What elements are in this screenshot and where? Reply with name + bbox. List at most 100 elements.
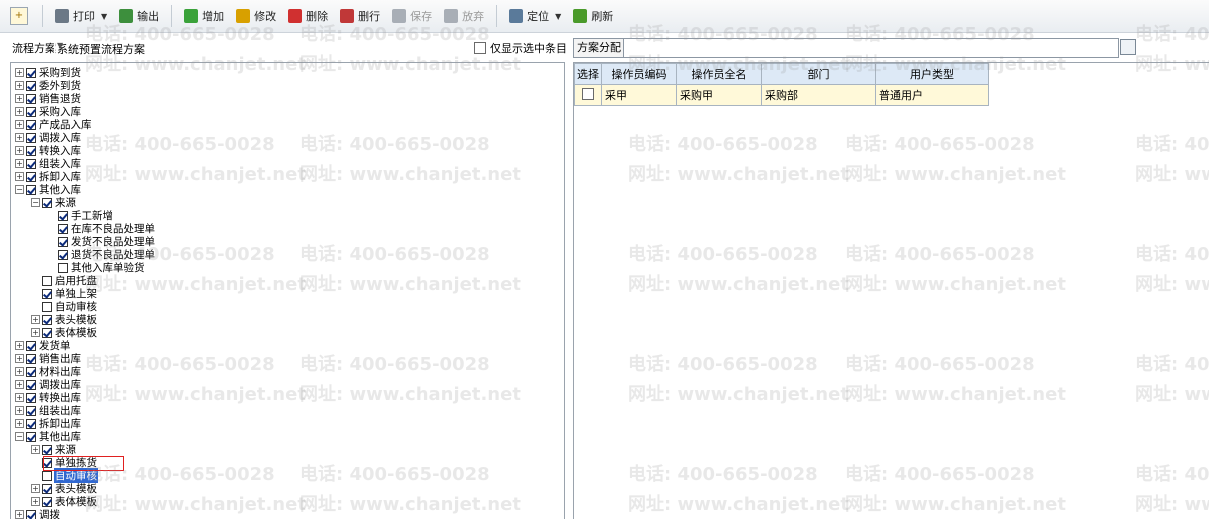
toolbar-button-label: 修改 xyxy=(254,8,276,24)
col-header-select[interactable]: 选择 xyxy=(575,64,602,85)
scheme-label: 流程方案 xyxy=(12,40,56,56)
expand-icon[interactable]: + xyxy=(15,172,24,181)
collapse-icon[interactable]: − xyxy=(15,432,24,441)
expand-icon[interactable]: + xyxy=(15,120,24,129)
tree-checkbox[interactable] xyxy=(42,328,52,338)
toolbar-button-6[interactable]: 保存 xyxy=(386,4,438,28)
tree-checkbox[interactable] xyxy=(42,198,52,208)
tree-checkbox[interactable] xyxy=(26,380,36,390)
assign-scheme-input[interactable] xyxy=(623,38,1119,58)
expand-icon[interactable]: + xyxy=(15,406,24,415)
grid-picker-icon[interactable] xyxy=(1120,39,1136,55)
expand-icon[interactable]: + xyxy=(15,159,24,168)
tree-checkbox[interactable] xyxy=(26,81,36,91)
toolbar-button-label: 打印 xyxy=(73,8,95,24)
chevron-down-icon[interactable]: ▼ xyxy=(101,12,107,21)
expand-icon[interactable]: + xyxy=(15,354,24,363)
tree-checkbox[interactable] xyxy=(42,276,52,286)
expand-icon[interactable]: + xyxy=(15,107,24,116)
tree-checkbox[interactable] xyxy=(26,159,36,169)
operator-code-cell[interactable]: 采甲 xyxy=(602,85,677,106)
tree-checkbox[interactable] xyxy=(26,120,36,130)
locate-icon xyxy=(509,9,523,23)
tree-checkbox[interactable] xyxy=(26,133,36,143)
tree-checkbox[interactable] xyxy=(26,94,36,104)
expand-icon[interactable]: + xyxy=(15,146,24,155)
col-header-code[interactable]: 操作员编码 xyxy=(602,64,677,85)
delete-row-icon xyxy=(340,9,354,23)
only-selected-label: 仅显示选中条目 xyxy=(490,40,567,56)
tree-checkbox[interactable] xyxy=(58,224,68,234)
expand-icon[interactable]: + xyxy=(31,484,40,493)
scheme-select[interactable]: 系统预置流程方案 ▼ xyxy=(54,37,468,57)
tree-node[interactable]: +调拨 xyxy=(15,508,61,519)
tree-checkbox[interactable] xyxy=(26,172,36,182)
tree-checkbox[interactable] xyxy=(42,289,52,299)
toolbar-button-5[interactable]: 删行 xyxy=(334,4,386,28)
tree-checkbox[interactable] xyxy=(26,107,36,117)
tree-checkbox[interactable] xyxy=(58,250,68,260)
tree-checkbox[interactable] xyxy=(26,354,36,364)
expand-icon[interactable]: + xyxy=(15,367,24,376)
expand-icon[interactable]: + xyxy=(31,328,40,337)
assign-scheme-button[interactable]: 方案分配 xyxy=(573,38,625,58)
col-header-name[interactable]: 操作员全名 xyxy=(677,64,762,85)
user-type-cell[interactable]: 普通用户 xyxy=(876,85,989,106)
checkbox-icon[interactable] xyxy=(582,88,594,100)
toolbar-button-7[interactable]: 放弃 xyxy=(438,4,490,28)
expand-icon[interactable]: + xyxy=(15,419,24,428)
tree-checkbox[interactable] xyxy=(26,419,36,429)
tree-checkbox[interactable] xyxy=(42,484,52,494)
chevron-down-icon[interactable]: ▼ xyxy=(555,12,561,21)
chevron-down-icon[interactable]: ▼ xyxy=(57,41,465,50)
tree-checkbox[interactable] xyxy=(26,432,36,442)
tree-checkbox[interactable] xyxy=(42,497,52,507)
toolbar-button-9[interactable]: 刷新 xyxy=(567,4,619,28)
toolbar-button-1[interactable]: 输出 xyxy=(113,4,165,28)
toolbar-button-4[interactable]: 删除 xyxy=(282,4,334,28)
only-selected-checkbox[interactable]: 仅显示选中条目 xyxy=(474,40,567,56)
tree-checkbox[interactable] xyxy=(26,367,36,377)
toolbar-button-8[interactable]: 定位▼ xyxy=(503,4,567,28)
toolbar-separator xyxy=(42,5,43,27)
col-header-user-type[interactable]: 用户类型 xyxy=(876,64,989,85)
tree-checkbox[interactable] xyxy=(26,185,36,195)
tree-checkbox[interactable] xyxy=(42,471,52,481)
tree-checkbox[interactable] xyxy=(58,237,68,247)
checkbox-icon[interactable] xyxy=(474,42,486,54)
tree-checkbox[interactable] xyxy=(26,406,36,416)
tree-checkbox[interactable] xyxy=(58,211,68,221)
toolbar-button-3[interactable]: 修改 xyxy=(230,4,282,28)
tree-checkbox[interactable] xyxy=(42,315,52,325)
operator-name-cell[interactable]: 采购甲 xyxy=(677,85,762,106)
scheme-bar: 流程方案 系统预置流程方案 ▼ 仅显示选中条目 xyxy=(0,33,570,59)
tree-checkbox[interactable] xyxy=(26,393,36,403)
tree-checkbox[interactable] xyxy=(42,302,52,312)
tree-checkbox[interactable] xyxy=(26,146,36,156)
expand-icon[interactable]: + xyxy=(15,393,24,402)
department-cell[interactable]: 采购部 xyxy=(762,85,876,106)
expand-icon[interactable]: + xyxy=(15,81,24,90)
expand-icon[interactable]: + xyxy=(31,497,40,506)
expand-icon[interactable]: + xyxy=(31,315,40,324)
collapse-icon[interactable]: − xyxy=(31,198,40,207)
table-row[interactable]: 采甲 采购甲 采购部 普通用户 xyxy=(575,85,989,106)
col-header-dept[interactable]: 部门 xyxy=(762,64,876,85)
printer-icon xyxy=(55,9,69,23)
row-select-cell[interactable] xyxy=(575,85,602,106)
toolbar-button-0[interactable]: 打印 ▼ xyxy=(49,4,113,28)
tree-checkbox[interactable] xyxy=(58,263,68,273)
tree-checkbox[interactable] xyxy=(42,445,52,455)
expand-icon[interactable]: + xyxy=(15,94,24,103)
expand-icon[interactable]: + xyxy=(15,341,24,350)
toolbar-separator xyxy=(496,5,497,27)
expand-icon[interactable]: + xyxy=(15,68,24,77)
toolbar-button-2[interactable]: 增加 xyxy=(178,4,230,28)
expand-icon[interactable]: + xyxy=(15,133,24,142)
tree-checkbox[interactable] xyxy=(26,341,36,351)
tree-checkbox[interactable] xyxy=(26,68,36,78)
app-menu-icon[interactable]: + xyxy=(10,7,28,25)
collapse-icon[interactable]: − xyxy=(15,185,24,194)
expand-icon[interactable]: + xyxy=(15,380,24,389)
expand-icon[interactable]: + xyxy=(31,445,40,454)
